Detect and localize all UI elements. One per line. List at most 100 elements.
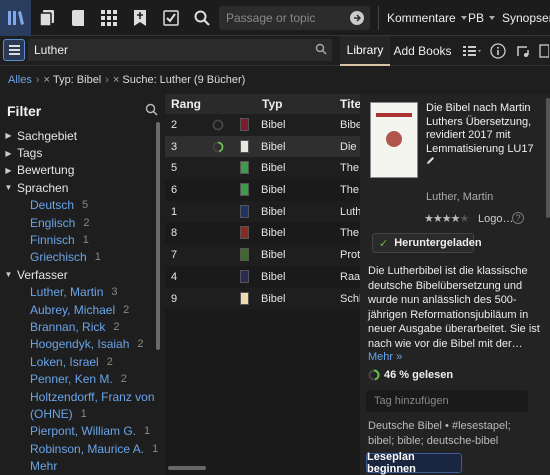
checklist-icon[interactable] <box>155 0 186 36</box>
remove-filter-icon[interactable]: × <box>113 74 119 86</box>
detail-scrollbar[interactable] <box>546 98 550 218</box>
tab-label: Library <box>346 43 384 57</box>
filter-item-language[interactable]: Griechisch 1 <box>0 249 158 266</box>
documents-icon[interactable] <box>31 0 62 36</box>
help-icon[interactable]: ? <box>512 212 524 224</box>
filter-group-tags[interactable]: ▶ Tags <box>0 144 158 161</box>
chevron-right-icon: › <box>35 74 40 86</box>
table-row[interactable]: 3 Bibel Die B <box>165 135 360 158</box>
filter-item-language[interactable]: Englisch 2 <box>0 214 158 231</box>
tab-library[interactable]: Library <box>340 36 390 66</box>
filter-item-author[interactable]: Robinson, Maurice A. 1 <box>0 440 158 457</box>
triangle-right-icon: ▶ <box>5 131 12 141</box>
more-link[interactable]: Mehr » <box>368 351 402 363</box>
columns-menu-icon[interactable] <box>460 41 486 61</box>
book-tags[interactable]: Deutsche Bibel • #lesestapel; bibel; bib… <box>368 419 538 448</box>
panel-icon[interactable] <box>538 41 550 61</box>
filter-item-author[interactable]: Luther, Martin 3 <box>0 284 158 301</box>
tab-label: Add Books <box>393 44 452 58</box>
filter-item-author[interactable]: Brannan, Rick 2 <box>0 318 158 335</box>
row-title: Raan <box>340 270 360 283</box>
remove-filter-icon[interactable]: × <box>44 74 50 86</box>
chevron-down-icon <box>489 16 496 20</box>
book-cover[interactable] <box>370 102 418 178</box>
filter-item-label: Holtzendorff, Franz von <box>30 389 155 404</box>
filter-item-label: Loken, Israel <box>30 354 99 369</box>
search-icon[interactable] <box>186 0 217 36</box>
filter-group-sprachen[interactable]: ▼ Sprachen <box>0 179 158 196</box>
library-toolbar: Luther Library Add Books <box>0 36 550 66</box>
table-row[interactable]: 7 Bibel Proto <box>165 244 360 266</box>
table-row[interactable]: 6 Bibel The <box>165 179 360 201</box>
filter-item-count: 1 <box>82 234 89 247</box>
column-rank[interactable]: Rang <box>171 97 201 111</box>
filter-panel: Filter ▶ Sachgebiet ▶ Tags ▶ Bewertung ▼ Spr… <box>0 94 163 475</box>
search-icon[interactable] <box>145 103 158 119</box>
filter-item-author[interactable]: (OHNE) 1 <box>0 405 158 422</box>
book-cover-thumb <box>240 118 249 131</box>
table-row[interactable]: 4 Bibel Raan <box>165 266 360 288</box>
group-label: Tags <box>17 146 43 161</box>
filter-item-language[interactable]: Finnisch 1 <box>0 231 158 248</box>
table-row[interactable]: 9 Bibel Schl <box>165 287 360 310</box>
filter-item-author[interactable]: Pierpont, William G. 1 <box>0 423 158 440</box>
downloaded-button[interactable]: ✓ Heruntergeladen <box>372 233 482 253</box>
search-icon[interactable] <box>315 43 327 58</box>
star-icon: ★ <box>441 213 452 225</box>
filter-item-author[interactable]: Aubrey, Michael 2 <box>0 301 158 318</box>
row-type: Bibel <box>261 162 286 175</box>
filter-more-link[interactable]: Mehr <box>0 457 158 474</box>
book-detail-panel: Die Bibel nach Martin Luthers Übersetzun… <box>360 94 550 475</box>
filter-item-author[interactable]: Hoogendyk, Isaiah 2 <box>0 336 158 353</box>
menu-kommentare[interactable]: Kommentare <box>387 0 467 36</box>
filter-group-bewertung[interactable]: ▶ Bewertung <box>0 162 158 179</box>
library-search-input[interactable]: Luther <box>28 39 332 61</box>
book-cover-thumb <box>240 269 249 283</box>
filter-item-author[interactable]: Holtzendorff, Franz von1 <box>0 388 163 405</box>
toolbar-divider <box>378 6 379 30</box>
library-icon[interactable] <box>0 0 31 36</box>
grid-icon[interactable] <box>93 0 124 36</box>
filter-item-language[interactable]: Deutsch 5 <box>0 197 158 214</box>
passage-input[interactable]: Passage or topic <box>219 6 370 30</box>
tab-add-books[interactable]: Add Books <box>391 36 454 66</box>
filter-item-author[interactable]: Penner, Ken M. 2 <box>0 370 158 387</box>
column-type[interactable]: Typ <box>262 97 282 111</box>
table-row[interactable]: 8 Bibel The <box>165 222 360 244</box>
table-row[interactable]: 5 Bibel The <box>165 157 360 180</box>
info-icon[interactable] <box>488 41 508 61</box>
filter-group-verfasser[interactable]: ▼ Verfasser <box>0 266 158 283</box>
go-arrow-icon[interactable] <box>350 11 364 25</box>
table-row[interactable]: 1 Bibel Luth <box>165 200 360 223</box>
filter-item-count: 1 <box>94 251 101 264</box>
progress-ring-icon <box>368 369 380 381</box>
chevron-down-icon <box>460 16 467 20</box>
table-scrollbar[interactable] <box>168 466 206 470</box>
filter-scrollbar[interactable] <box>156 122 160 350</box>
edit-icon[interactable] <box>426 156 435 168</box>
menu-pb[interactable]: PB <box>468 0 496 36</box>
table-row[interactable]: 2 Bibel Bibel <box>165 114 360 136</box>
filter-group-sachgebiet[interactable]: ▶ Sachgebiet <box>0 127 158 144</box>
triangle-down-icon: ▼ <box>4 183 13 193</box>
filter-item-author[interactable]: Loken, Israel 2 <box>0 353 158 370</box>
menu-synopsen[interactable]: Synopsen <box>502 0 550 36</box>
book-description: Die Lutherbibel ist die klassische deuts… <box>368 265 540 350</box>
filter-title: Filter <box>7 103 42 119</box>
menu-icon[interactable] <box>3 39 25 61</box>
playlist-icon[interactable] <box>514 41 532 61</box>
filter-item-label: Aubrey, Michael <box>30 302 116 317</box>
tag-input[interactable]: Tag hinzufügen <box>366 390 528 412</box>
chevron-right-icon: › <box>105 74 109 86</box>
row-type: Bibel <box>261 292 286 305</box>
rating-stars[interactable]: ★★★★★ <box>424 212 469 225</box>
bookmark-icon[interactable] <box>124 0 155 36</box>
column-title[interactable]: Titel <box>340 97 360 111</box>
breadcrumb: Alles › × Typ: Bibel › × Suche: Luther (… <box>0 67 550 93</box>
progress-ring-icon <box>212 141 224 153</box>
book-author[interactable]: Luther, Martin <box>426 191 493 203</box>
book-icon[interactable] <box>62 0 93 36</box>
book-title[interactable]: Die Bibel nach Martin Luthers Übersetzun… <box>426 102 544 170</box>
start-reading-plan-button[interactable]: Leseplan beginnen <box>366 451 462 475</box>
breadcrumb-root[interactable]: Alles <box>8 74 32 86</box>
